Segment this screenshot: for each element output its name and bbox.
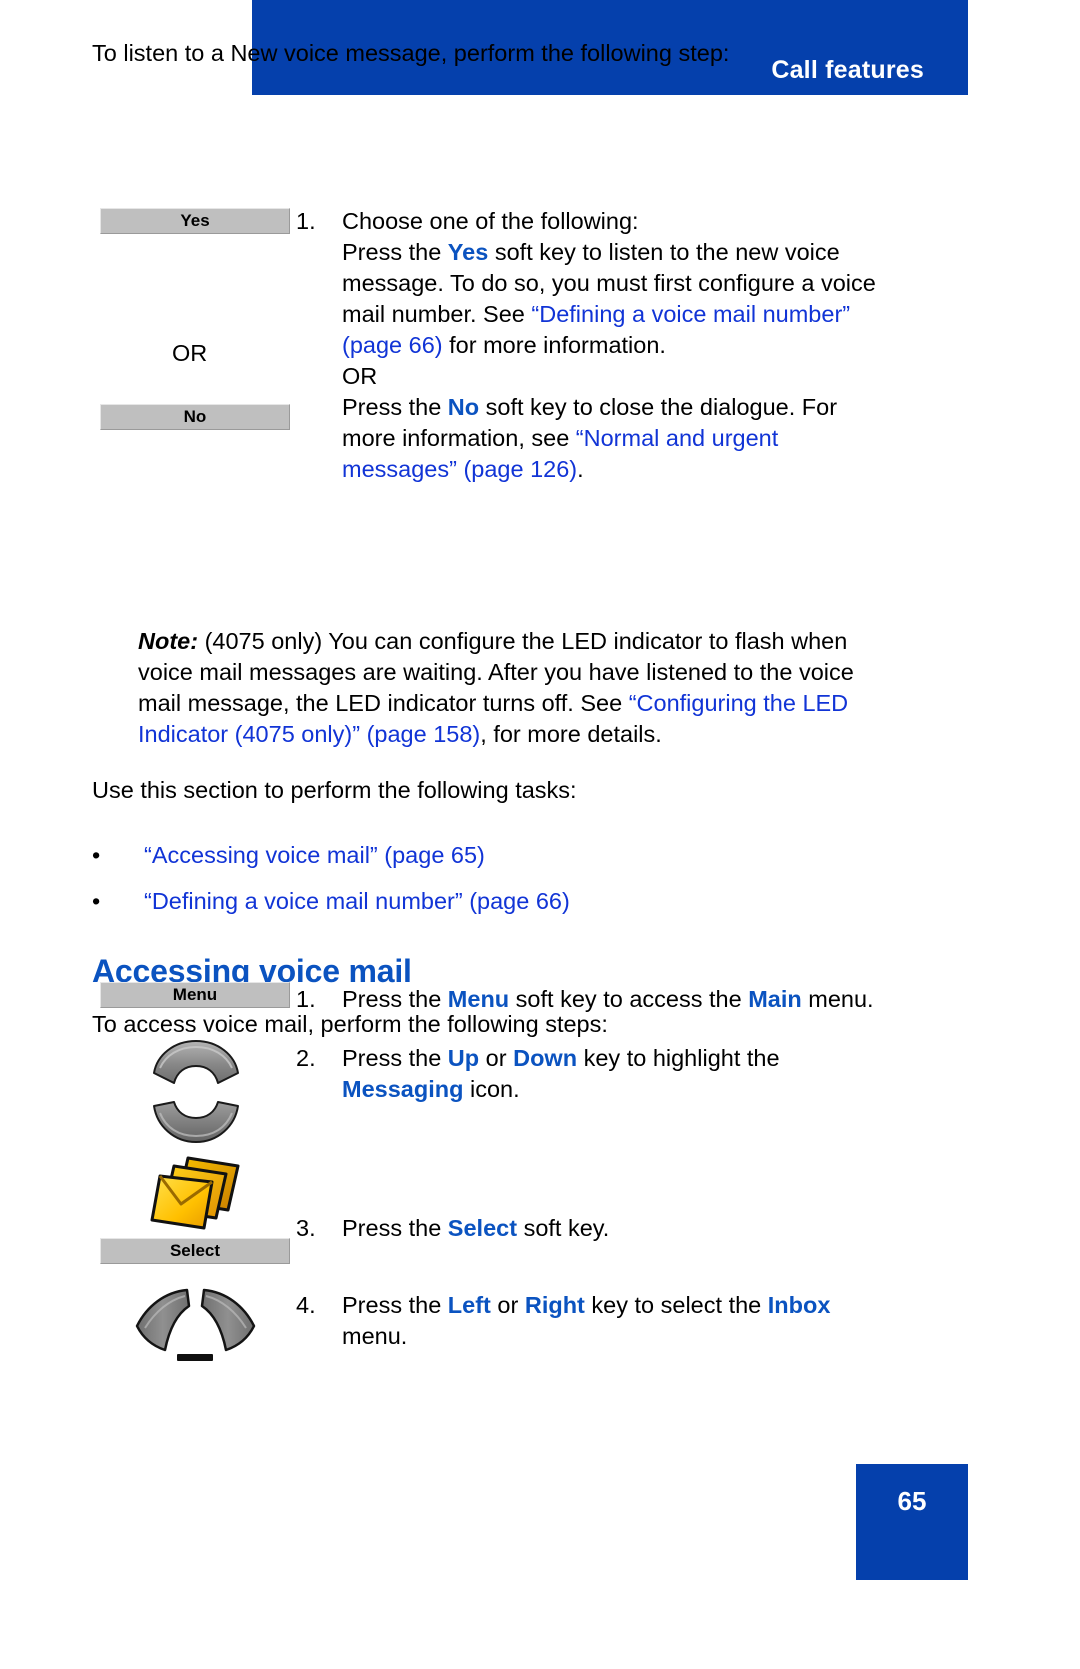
note-label: Note:	[138, 628, 199, 654]
intro-paragraph-listen: To listen to a New voice message, perfor…	[92, 40, 730, 66]
softkey-ref-select: Select	[447, 1215, 518, 1241]
softkey-yes-label: Yes	[180, 211, 210, 230]
softkey-ref-menu: Menu	[447, 986, 510, 1012]
page-number: 65	[897, 1486, 927, 1516]
step-number: 3.	[296, 1215, 316, 1241]
step1-line2a: Press the	[342, 239, 448, 265]
step-body: Press the Left or Right key to select th…	[342, 1290, 830, 1352]
bullet-marker: •	[92, 888, 101, 914]
key-ref-left: Left	[447, 1292, 491, 1318]
link-normal-urgent-1[interactable]: “Normal and urgent	[576, 425, 778, 451]
softkey-select-graphic: Select	[100, 1238, 290, 1264]
step1-line7b: soft key to close the dialogue. For	[479, 394, 838, 420]
note-line4b: , for more details.	[480, 721, 662, 747]
note-line2: voice mail messages are waiting. After y…	[138, 659, 854, 685]
step-item-3-access: 3. Press the Select soft key.	[296, 1213, 936, 1244]
step-body: Choose one of the following: Press the Y…	[342, 206, 876, 485]
link-configuring-led-2[interactable]: Indicator (4075 only)” (page 158)	[138, 721, 480, 747]
note-line3a: mail message, the LED indicator turns of…	[138, 690, 629, 716]
step-body: Press the Up or Down key to highlight th…	[342, 1043, 780, 1105]
softkey-yes-graphic: Yes	[100, 208, 290, 234]
softkey-ref-no: No	[447, 394, 480, 420]
step-item-2-access: 2. Press the Up or Down key to highlight…	[296, 1043, 936, 1105]
nav-up-key-icon[interactable]	[152, 1039, 240, 1085]
nav-down-key-icon[interactable]	[152, 1100, 240, 1146]
step-number: 1.	[296, 986, 316, 1012]
s1-a: Press the	[342, 986, 448, 1012]
s4-a: Press the	[342, 1292, 448, 1318]
step1-line2b: soft key to listen to the new voice	[488, 239, 840, 265]
softkey-select-label: Select	[169, 1241, 221, 1260]
step1-line3: message. To do so, you must first config…	[342, 270, 876, 296]
step-body: Press the Select soft key.	[342, 1213, 609, 1244]
s4-c: key to select the	[584, 1292, 768, 1318]
messaging-envelopes-icon[interactable]	[148, 1152, 244, 1236]
menu-ref-main: Main	[748, 986, 802, 1012]
icon-ref-messaging: Messaging	[342, 1076, 464, 1102]
step-body: Press the Menu soft key to access the Ma…	[342, 984, 874, 1015]
menu-ref-inbox: Inbox	[767, 1292, 831, 1318]
or-separator-label: OR	[172, 340, 208, 366]
link-normal-urgent-2[interactable]: messages” (page 126)	[342, 456, 577, 482]
bullet-marker: •	[92, 842, 101, 868]
link-defining-voice-mail-number[interactable]: “Defining a voice mail number”	[531, 301, 850, 327]
step-item-1-access: 1. Press the Menu soft key to access the…	[296, 984, 936, 1015]
s3-a: Press the	[342, 1215, 448, 1241]
step1-or: OR	[342, 363, 378, 389]
step1-line7a: Press the	[342, 394, 448, 420]
step1-line1: Choose one of the following:	[342, 208, 639, 234]
softkey-no-graphic: No	[100, 404, 290, 430]
key-ref-down: Down	[513, 1045, 578, 1071]
s2-a: Press the	[342, 1045, 448, 1071]
softkey-no-label: No	[183, 407, 207, 426]
softkey-menu-graphic: Menu	[100, 982, 290, 1008]
step-item-4-access: 4. Press the Left or Right key to select…	[296, 1290, 956, 1352]
list-item: • “Defining a voice mail number” (page 6…	[92, 886, 932, 917]
step-number: 2.	[296, 1045, 316, 1071]
step1-line4a: mail number. See	[342, 301, 532, 327]
step-number: 4.	[296, 1292, 316, 1318]
s2-c: key to highlight the	[577, 1045, 780, 1071]
key-ref-right: Right	[524, 1292, 585, 1318]
nav-left-right-keys-group	[133, 1288, 258, 1363]
s2-b: or	[479, 1045, 514, 1071]
link-configuring-led-1[interactable]: “Configuring the LED	[629, 690, 848, 716]
s2-d: icon.	[463, 1076, 520, 1102]
link-accessing-voice-mail[interactable]: “Accessing voice mail” (page 65)	[144, 840, 485, 871]
link-defining-voice-mail-number-bullet[interactable]: “Defining a voice mail number” (page 66)	[144, 886, 570, 917]
s1-b: soft key to access the	[509, 986, 749, 1012]
s3-b: soft key.	[517, 1215, 610, 1241]
intro-paragraph-tasks: Use this section to perform the followin…	[92, 777, 577, 803]
note-paragraph: Note: (4075 only) You can configure the …	[138, 626, 938, 750]
softkey-ref-yes: Yes	[447, 239, 489, 265]
step1-line5b: for more information.	[442, 332, 666, 358]
list-item: • “Accessing voice mail” (page 65)	[92, 840, 932, 871]
page-footer-block: 65	[856, 1464, 968, 1580]
note-line1: (4075 only) You can configure the LED in…	[198, 628, 848, 654]
key-ref-up: Up	[447, 1045, 480, 1071]
s1-c: menu.	[801, 986, 874, 1012]
step1-line9b: .	[577, 456, 584, 482]
softkey-menu-label: Menu	[172, 985, 218, 1004]
link-page-66[interactable]: (page 66)	[342, 332, 443, 358]
step1-line8a: more information, see	[342, 425, 576, 451]
s4-b: or	[490, 1292, 525, 1318]
step-number: 1.	[296, 208, 316, 234]
step-item-1: 1. Choose one of the following: Press th…	[296, 206, 936, 485]
s4-d: menu.	[342, 1323, 408, 1349]
